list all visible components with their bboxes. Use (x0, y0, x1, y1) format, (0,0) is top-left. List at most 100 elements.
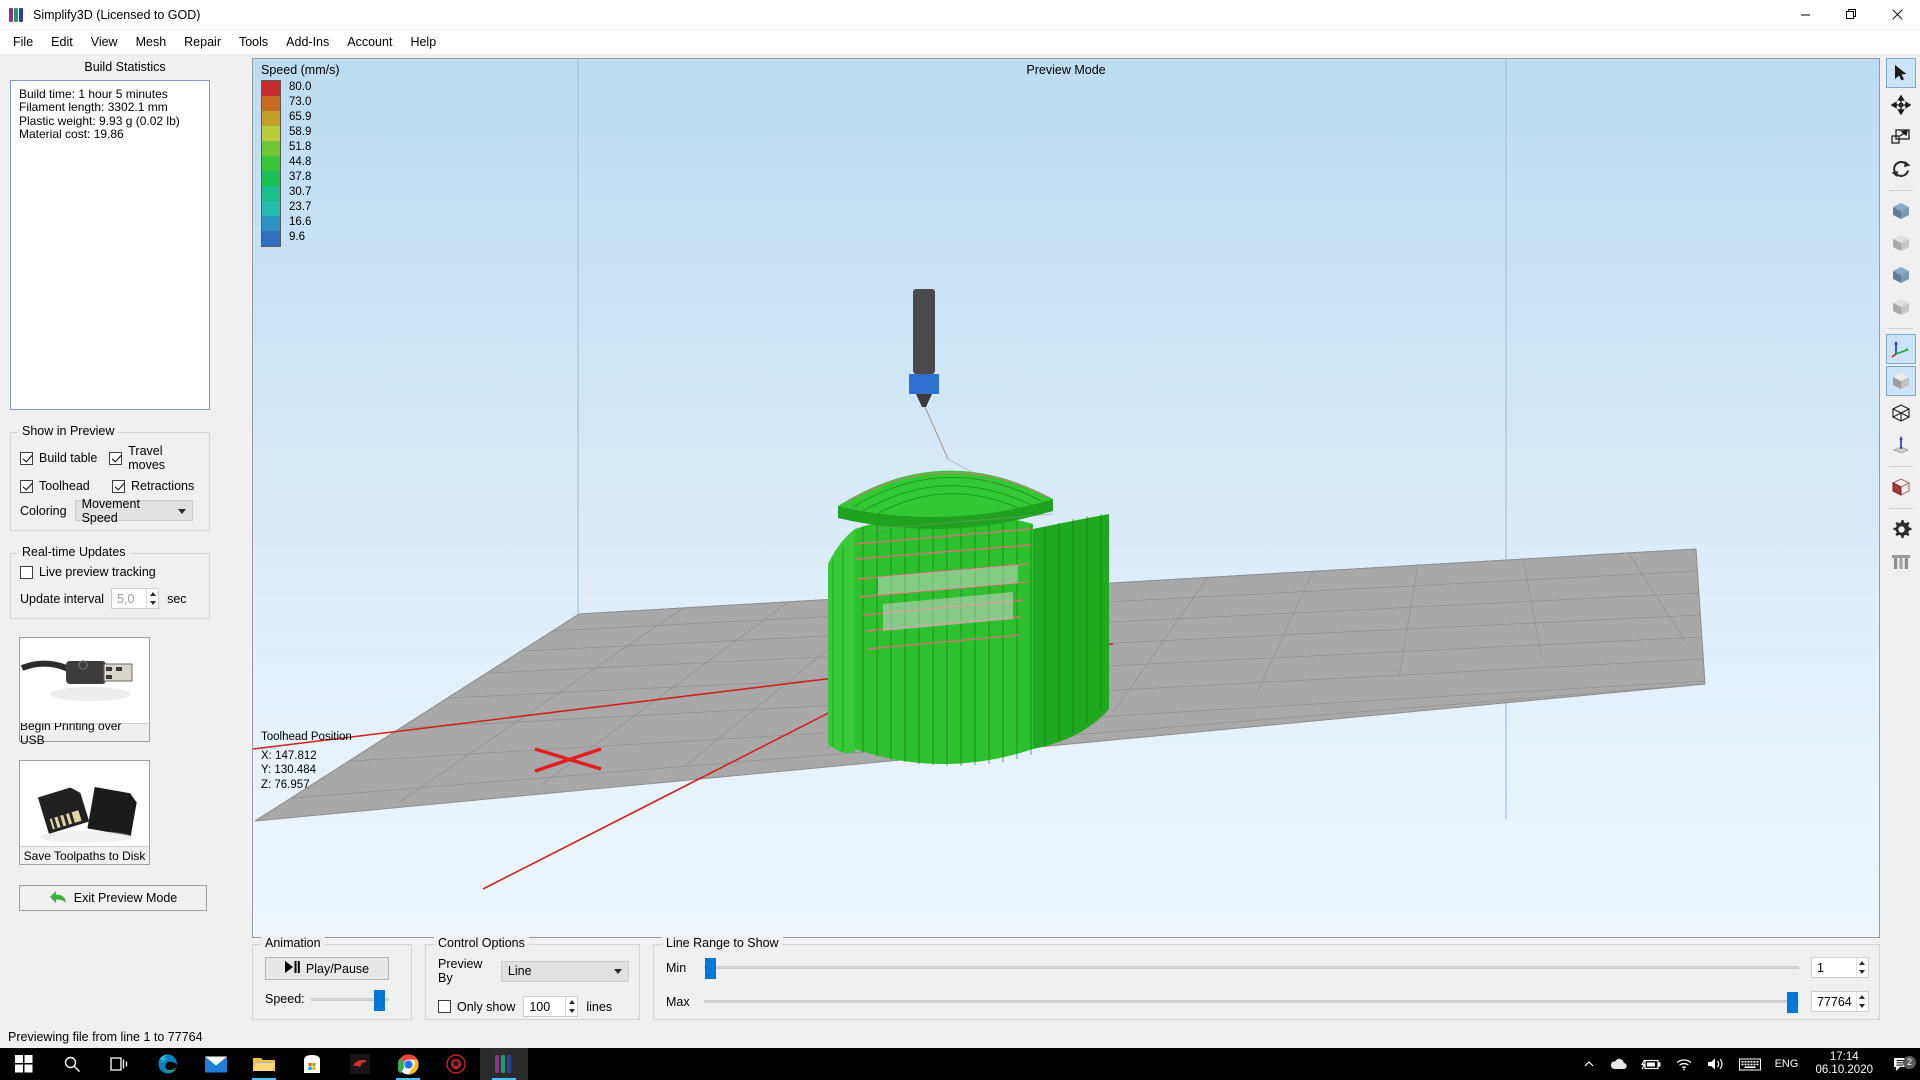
minimize-button[interactable] (1782, 0, 1828, 30)
keyboard-icon[interactable] (1732, 1058, 1768, 1071)
update-interval-spinner[interactable] (111, 588, 160, 609)
preview-by-dropdown[interactable]: Line (500, 960, 629, 982)
line-range-min-thumb[interactable] (705, 958, 716, 979)
axes-tool[interactable] (1886, 334, 1916, 364)
select-arrow-tool[interactable] (1886, 58, 1916, 88)
microsoft-store-icon[interactable] (288, 1048, 336, 1080)
line-range-max-input[interactable] (1812, 992, 1856, 1011)
checkbox-live-preview-tracking[interactable]: Live preview tracking (20, 565, 200, 579)
supports-tool[interactable] (1886, 546, 1916, 576)
legend-value-8: 23.7 (289, 201, 312, 213)
line-range-min-spin-buttons[interactable] (1855, 958, 1868, 978)
menu-help[interactable]: Help (401, 32, 445, 52)
spinner-down-icon[interactable] (1857, 1002, 1868, 1012)
clock[interactable]: 17:14 06.10.2020 (1805, 1051, 1883, 1077)
lines-input[interactable] (524, 997, 566, 1016)
app-red-icon[interactable] (336, 1048, 384, 1080)
menu-edit[interactable]: Edit (42, 32, 82, 52)
system-tray: ENG 17:14 06.10.2020 2 (1576, 1048, 1920, 1080)
legend-value-6: 37.8 (289, 171, 312, 183)
checkbox-toolhead-box[interactable] (20, 479, 33, 493)
task-view-icon[interactable] (96, 1048, 144, 1080)
menu-repair[interactable]: Repair (175, 32, 230, 52)
spinner-down-icon[interactable] (1857, 968, 1868, 978)
normals-tool[interactable] (1886, 430, 1916, 460)
animation-speed-thumb[interactable] (374, 989, 386, 1011)
checkbox-only-show-box[interactable] (438, 1000, 451, 1013)
checkbox-live-preview-tracking-box[interactable] (20, 565, 33, 579)
notifications-button[interactable]: 2 (1883, 1055, 1920, 1072)
line-range-max-thumb[interactable] (1787, 992, 1798, 1013)
view-right-tool[interactable] (1886, 292, 1916, 322)
line-range-min-slider[interactable] (704, 958, 1799, 979)
onedrive-icon[interactable] (1602, 1058, 1634, 1070)
spinner-up-icon[interactable] (147, 589, 158, 599)
maximize-button[interactable] (1828, 0, 1874, 30)
lines-spinner[interactable] (523, 996, 579, 1017)
menu-tools[interactable]: Tools (230, 32, 277, 52)
close-button[interactable] (1874, 0, 1920, 30)
battery-charging-icon[interactable] (1634, 1058, 1668, 1071)
line-range-max-slider[interactable] (704, 992, 1799, 1013)
line-range-max-spin-buttons[interactable] (1855, 992, 1868, 1012)
mail-icon[interactable] (192, 1048, 240, 1080)
edge-icon[interactable] (144, 1048, 192, 1080)
status-bar: Previewing file from line 1 to 77764 (0, 1025, 1920, 1048)
lines-spin-buttons[interactable] (565, 997, 578, 1017)
view-back-tool[interactable] (1886, 228, 1916, 258)
line-range-max-spinner[interactable] (1811, 991, 1869, 1012)
begin-printing-over-usb-button[interactable]: Begin Printing over USB (19, 637, 150, 747)
move-tool[interactable] (1886, 90, 1916, 120)
menu-add-ins[interactable]: Add-Ins (277, 32, 338, 52)
checkbox-travel-moves-box[interactable] (109, 451, 123, 465)
show-hidden-icons-chevron-icon[interactable] (1576, 1058, 1602, 1070)
volume-icon[interactable] (1700, 1057, 1732, 1071)
menu-file[interactable]: File (4, 32, 42, 52)
update-interval-spin-buttons[interactable] (146, 589, 159, 609)
simplify3d-icon[interactable] (480, 1048, 528, 1080)
chrome-icon[interactable] (384, 1048, 432, 1080)
line-range-min-spinner[interactable] (1811, 957, 1869, 978)
checkbox-toolhead[interactable]: Toolhead (20, 479, 112, 493)
toolhead-position-x: X: 147.812 (261, 749, 317, 762)
amd-radeon-icon[interactable] (432, 1048, 480, 1080)
menu-account[interactable]: Account (338, 32, 401, 52)
menu-mesh[interactable]: Mesh (127, 32, 176, 52)
cross-section-tool[interactable] (1886, 472, 1916, 502)
checkbox-retractions-box[interactable] (112, 479, 125, 493)
checkbox-build-table-box[interactable] (20, 451, 33, 465)
save-toolpaths-to-disk-button[interactable]: Save Toolpaths to Disk (19, 760, 150, 865)
exit-preview-mode-button[interactable]: Exit Preview Mode (19, 885, 207, 911)
line-range-min-input[interactable] (1812, 958, 1856, 977)
stat-build-time: Build time: 1 hour 5 minutes (19, 87, 168, 101)
checkbox-build-table[interactable]: Build table (20, 444, 109, 472)
search-icon[interactable] (48, 1048, 96, 1080)
file-explorer-icon[interactable] (240, 1048, 288, 1080)
wireframe-view-tool[interactable] (1886, 398, 1916, 428)
language-indicator[interactable]: ENG (1768, 1058, 1806, 1070)
menu-view[interactable]: View (82, 32, 127, 52)
settings-gear-tool[interactable] (1886, 514, 1916, 544)
checkbox-retractions[interactable]: Retractions (112, 479, 194, 493)
scale-tool[interactable] (1886, 122, 1916, 152)
spinner-up-icon[interactable] (566, 997, 577, 1007)
coloring-dropdown[interactable]: Movement Speed (74, 497, 193, 525)
spinner-up-icon[interactable] (1857, 992, 1868, 1002)
view-left-tool[interactable] (1886, 260, 1916, 290)
start-button[interactable] (0, 1048, 48, 1080)
view-front-tool[interactable] (1886, 196, 1916, 226)
3d-viewport[interactable]: Preview Mode Speed (mm/s) 80.0 73.0 65.9… (252, 58, 1880, 938)
solid-view-tool[interactable] (1886, 366, 1916, 396)
wifi-icon[interactable] (1668, 1057, 1700, 1071)
play-pause-button[interactable]: Play/Pause (265, 957, 389, 980)
rotate-tool[interactable] (1886, 154, 1916, 184)
app-logo-icon (9, 7, 25, 23)
checkbox-only-show[interactable]: Only show (438, 1000, 515, 1014)
spinner-up-icon[interactable] (1857, 958, 1868, 968)
animation-speed-slider[interactable] (310, 989, 389, 1011)
update-interval-input[interactable] (112, 589, 147, 608)
spinner-down-icon[interactable] (566, 1007, 577, 1017)
update-interval-unit: sec (167, 591, 187, 606)
spinner-down-icon[interactable] (147, 599, 158, 609)
checkbox-travel-moves[interactable]: Travel moves (109, 444, 200, 472)
